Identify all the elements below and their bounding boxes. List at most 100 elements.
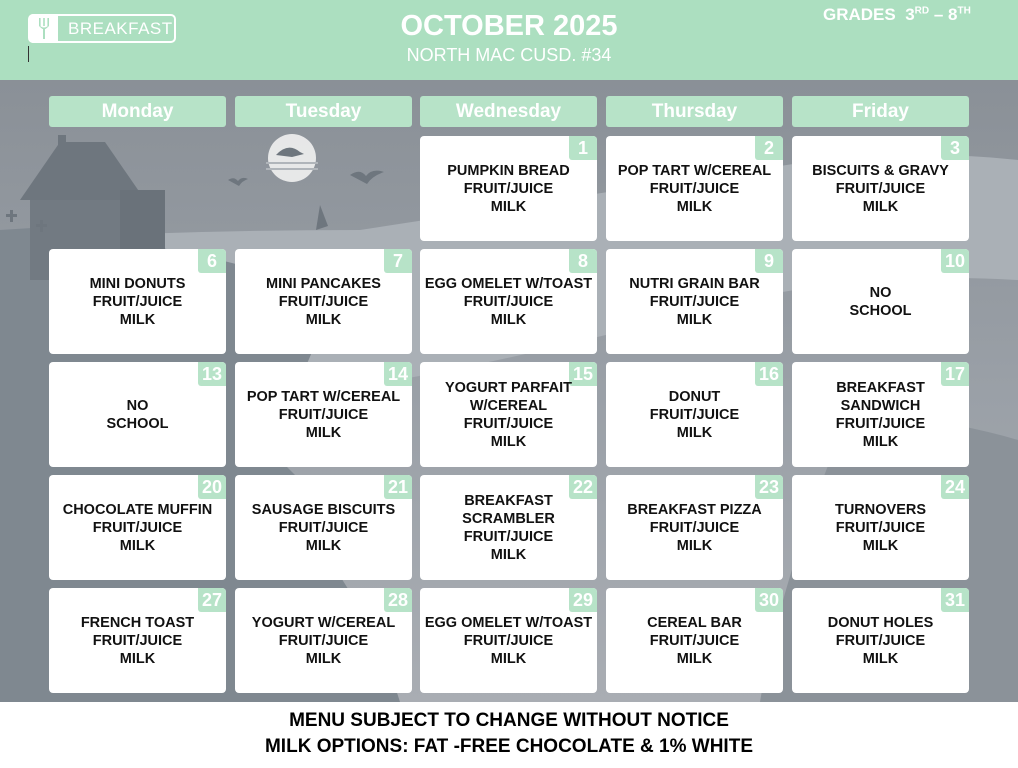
- menu-line: FRUIT/JUICE: [835, 632, 926, 649]
- menu-items: NO SCHOOL: [49, 362, 226, 467]
- menu-line: MILK: [676, 650, 713, 667]
- menu-line: FRUIT/JUICE: [835, 519, 926, 536]
- menu-line: BREAKFAST: [836, 379, 925, 396]
- calendar-cell: 15 YOGURT PARFAIT W/CEREAL FRUIT/JUICE M…: [420, 362, 597, 467]
- calendar-cell: 14 POP TART W/CEREAL FRUIT/JUICE MILK: [235, 362, 412, 467]
- menu-line: MILK: [862, 537, 899, 554]
- footer-notice: MENU SUBJECT TO CHANGE WITHOUT NOTICE: [289, 710, 729, 731]
- calendar-cell: 24 TURNOVERS FRUIT/JUICE MILK: [792, 475, 969, 580]
- menu-line: FRUIT/JUICE: [92, 293, 183, 310]
- calendar-cell: 7 MINI PANCAKES FRUIT/JUICE MILK: [235, 249, 412, 354]
- menu-line: BISCUITS & GRAVY: [812, 162, 949, 179]
- menu-line: TURNOVERS: [834, 501, 927, 518]
- menu-line: SCRAMBLER: [462, 510, 555, 527]
- calendar-cell: 17 BREAKFAST SANDWICH FRUIT/JUICE MILK: [792, 362, 969, 467]
- footer: MENU SUBJECT TO CHANGE WITHOUT NOTICE MI…: [0, 702, 1018, 768]
- menu-line: SAUSAGE BISCUITS: [251, 501, 396, 518]
- grade-to: 8: [948, 5, 958, 24]
- menu-line: FRUIT/JUICE: [835, 415, 926, 432]
- menu-line: MILK: [305, 311, 342, 328]
- menu-line: FRUIT/JUICE: [278, 293, 369, 310]
- menu-line: EGG OMELET W/TOAST: [424, 275, 593, 292]
- menu-items: POP TART W/CEREAL FRUIT/JUICE MILK: [235, 362, 412, 467]
- menu-items: NUTRI GRAIN BAR FRUIT/JUICE MILK: [606, 249, 783, 354]
- menu-line: FRUIT/JUICE: [649, 632, 740, 649]
- calendar-cell: 22 BREAKFAST SCRAMBLER FRUIT/JUICE MILK: [420, 475, 597, 580]
- menu-line: MILK: [676, 311, 713, 328]
- calendar-cell: 20 CHOCOLATE MUFFIN FRUIT/JUICE MILK: [49, 475, 226, 580]
- menu-line: MILK: [119, 537, 156, 554]
- menu-line: MILK: [862, 650, 899, 667]
- calendar-cell: 10 NO SCHOOL: [792, 249, 969, 354]
- menu-line: MILK: [305, 650, 342, 667]
- menu-line: MILK: [490, 198, 527, 215]
- day-header-monday: Monday: [49, 96, 226, 127]
- menu-line: FRUIT/JUICE: [92, 519, 183, 536]
- menu-line: MILK: [676, 198, 713, 215]
- menu-line: SCHOOL: [106, 415, 169, 432]
- menu-line: FRUIT/JUICE: [278, 406, 369, 423]
- page-subtitle: NORTH MAC CUSD. #34: [406, 45, 612, 65]
- calendar-cell: 23 BREAKFAST PIZZA FRUIT/JUICE MILK: [606, 475, 783, 580]
- menu-line: FRUIT/JUICE: [463, 180, 554, 197]
- calendar-cell: 30 CEREAL BAR FRUIT/JUICE MILK: [606, 588, 783, 693]
- menu-line: MILK: [862, 433, 899, 450]
- menu-line: SANDWICH: [840, 397, 921, 414]
- menu-items: YOGURT W/CEREAL FRUIT/JUICE MILK: [235, 588, 412, 693]
- menu-line: MINI DONUTS: [89, 275, 186, 292]
- grade-separator: –: [933, 5, 944, 24]
- header-banner: BREAKFAST OCTOBER 2025 NORTH MAC CUSD. #…: [0, 0, 1018, 80]
- menu-line: FRUIT/JUICE: [463, 632, 554, 649]
- menu-items: CHOCOLATE MUFFIN FRUIT/JUICE MILK: [49, 475, 226, 580]
- menu-items: TURNOVERS FRUIT/JUICE MILK: [792, 475, 969, 580]
- calendar-cell: 29 EGG OMELET W/TOAST FRUIT/JUICE MILK: [420, 588, 597, 693]
- calendar-cell: 9 NUTRI GRAIN BAR FRUIT/JUICE MILK: [606, 249, 783, 354]
- grades-label: GRADES 3RD – 8TH: [823, 5, 971, 25]
- grades-prefix: GRADES: [823, 5, 896, 24]
- menu-items: CEREAL BAR FRUIT/JUICE MILK: [606, 588, 783, 693]
- menu-line: EGG OMELET W/TOAST: [424, 614, 593, 631]
- day-header-friday: Friday: [792, 96, 969, 127]
- menu-line: MILK: [490, 546, 527, 563]
- menu-line: MILK: [119, 650, 156, 667]
- menu-line: YOGURT PARFAIT: [444, 379, 572, 396]
- menu-items: MINI DONUTS FRUIT/JUICE MILK: [49, 249, 226, 354]
- menu-items: BREAKFAST PIZZA FRUIT/JUICE MILK: [606, 475, 783, 580]
- day-header-tuesday: Tuesday: [235, 96, 412, 127]
- calendar-cell: 27 FRENCH TOAST FRUIT/JUICE MILK: [49, 588, 226, 693]
- calendar-cell: 13 NO SCHOOL: [49, 362, 226, 467]
- menu-items: MINI PANCAKES FRUIT/JUICE MILK: [235, 249, 412, 354]
- menu-line: FRUIT/JUICE: [835, 180, 926, 197]
- menu-line: MILK: [305, 424, 342, 441]
- calendar-cell: 31 DONUT HOLES FRUIT/JUICE MILK: [792, 588, 969, 693]
- day-header-wednesday: Wednesday: [420, 96, 597, 127]
- menu-line: MILK: [490, 650, 527, 667]
- menu-line: FRUIT/JUICE: [463, 528, 554, 545]
- menu-items: YOGURT PARFAIT W/CEREAL FRUIT/JUICE MILK: [420, 362, 597, 467]
- menu-items: BREAKFAST SANDWICH FRUIT/JUICE MILK: [792, 362, 969, 467]
- menu-items: EGG OMELET W/TOAST FRUIT/JUICE MILK: [420, 588, 597, 693]
- menu-line: FRUIT/JUICE: [463, 293, 554, 310]
- menu-line: MILK: [676, 537, 713, 554]
- grade-from-suffix: RD: [914, 5, 930, 17]
- menu-line: NO: [126, 397, 149, 414]
- menu-line: FRUIT/JUICE: [649, 293, 740, 310]
- menu-line: FRENCH TOAST: [80, 614, 195, 631]
- grade-from: 3: [905, 5, 915, 24]
- menu-items: BISCUITS & GRAVY FRUIT/JUICE MILK: [792, 136, 969, 241]
- menu-line: MILK: [119, 311, 156, 328]
- menu-line: DONUT HOLES: [827, 614, 934, 631]
- menu-line: FRUIT/JUICE: [649, 519, 740, 536]
- calendar-cell: 8 EGG OMELET W/TOAST FRUIT/JUICE MILK: [420, 249, 597, 354]
- menu-line: FRUIT/JUICE: [649, 406, 740, 423]
- menu-items: PUMPKIN BREAD FRUIT/JUICE MILK: [420, 136, 597, 241]
- menu-line: NO: [869, 284, 892, 301]
- menu-line: FRUIT/JUICE: [278, 519, 369, 536]
- menu-line: POP TART W/CEREAL: [246, 388, 401, 405]
- menu-line: FRUIT/JUICE: [463, 415, 554, 432]
- menu-line: W/CEREAL: [469, 397, 548, 414]
- menu-line: POP TART W/CEREAL: [617, 162, 772, 179]
- menu-line: MILK: [676, 424, 713, 441]
- grade-to-suffix: TH: [957, 5, 971, 17]
- menu-items: DONUT HOLES FRUIT/JUICE MILK: [792, 588, 969, 693]
